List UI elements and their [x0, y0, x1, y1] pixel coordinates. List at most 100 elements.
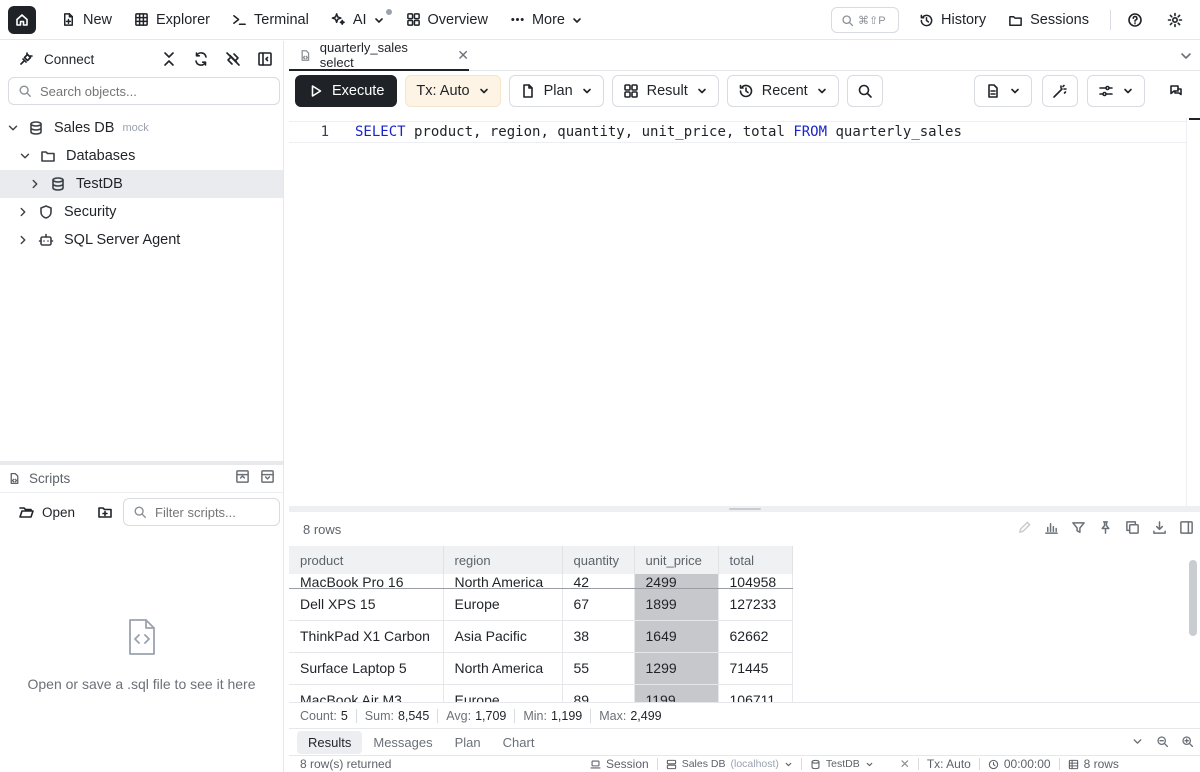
- column-header-product[interactable]: product: [289, 546, 444, 574]
- disconnect-button[interactable]: [221, 47, 245, 71]
- table-cell[interactable]: 71445: [718, 652, 793, 685]
- chat-button[interactable]: [1162, 77, 1190, 105]
- pencil-icon[interactable]: [1017, 520, 1032, 535]
- table-cell[interactable]: MacBook Air M3: [289, 684, 444, 702]
- open-script-button[interactable]: Open: [8, 498, 85, 526]
- table-cell[interactable]: 104958: [718, 574, 793, 589]
- table-cell[interactable]: 55: [562, 652, 635, 685]
- recent-dropdown[interactable]: Recent: [726, 75, 839, 107]
- session-indicator[interactable]: Session: [590, 757, 649, 771]
- nav-overview[interactable]: Overview: [395, 5, 499, 35]
- history-button[interactable]: History: [908, 5, 997, 35]
- table-cell[interactable]: 127233: [718, 588, 793, 621]
- filter-scripts-input[interactable]: [155, 504, 275, 520]
- copy-icon[interactable]: [1125, 520, 1140, 535]
- table-row[interactable]: ThinkPad X1 Carbon Asia Pacific 38 1649 …: [289, 620, 793, 653]
- pin-icon[interactable]: [1098, 520, 1113, 535]
- table-cell[interactable]: ThinkPad X1 Carbon: [289, 620, 444, 653]
- find-button[interactable]: [846, 75, 883, 107]
- chevron-right-icon[interactable]: [16, 205, 30, 219]
- transaction-mode-dropdown[interactable]: Tx: Auto: [405, 75, 501, 107]
- tree-item-testdb[interactable]: TestDB: [0, 170, 283, 198]
- nav-terminal[interactable]: Terminal: [221, 5, 320, 35]
- chevron-right-icon[interactable]: [16, 233, 30, 247]
- scrollbar-thumb[interactable]: [1189, 560, 1197, 636]
- settings-button[interactable]: [1161, 6, 1189, 34]
- table-cell[interactable]: Europe: [443, 588, 563, 621]
- chevron-down-icon[interactable]: [1178, 48, 1194, 64]
- column-header-region[interactable]: region: [443, 546, 563, 574]
- magic-format-button[interactable]: [1042, 75, 1078, 107]
- bar-chart-icon[interactable]: [1044, 520, 1059, 535]
- table-row-partial[interactable]: MacBook Pro 16 North America 42 2499 104…: [289, 574, 793, 589]
- tree-item-sales-db[interactable]: Sales DB mock: [0, 114, 283, 142]
- table-cell[interactable]: 106711: [718, 684, 793, 702]
- table-cell[interactable]: 42: [562, 574, 635, 589]
- chevron-down-icon[interactable]: [18, 149, 32, 163]
- sql-editor[interactable]: 1 SELECT product, region, quantity, unit…: [289, 118, 1200, 506]
- table-row[interactable]: MacBook Air M3 Europe 89 1199 106711: [289, 684, 793, 702]
- download-icon[interactable]: [1152, 520, 1167, 535]
- command-palette-button[interactable]: ⌘⇧P: [831, 7, 899, 33]
- resize-grip[interactable]: [729, 508, 761, 510]
- table-cell-selected[interactable]: 1299: [634, 652, 719, 685]
- nav-explorer[interactable]: Explorer: [123, 5, 221, 35]
- tree-item-databases[interactable]: Databases: [0, 142, 283, 170]
- table-cell[interactable]: 38: [562, 620, 635, 653]
- table-cell[interactable]: North America: [443, 652, 563, 685]
- editor-scrollbar[interactable]: [1186, 118, 1200, 506]
- nav-ai[interactable]: AI: [320, 5, 395, 35]
- tab-chart[interactable]: Chart: [492, 731, 546, 754]
- toggle-sidebar-button[interactable]: [253, 47, 277, 71]
- scrollbar-thumb[interactable]: [1189, 118, 1200, 120]
- plan-dropdown[interactable]: Plan: [508, 75, 604, 107]
- execute-button[interactable]: Execute: [295, 75, 398, 107]
- collapse-all-button[interactable]: [157, 47, 181, 71]
- expand-panel-icon[interactable]: [260, 469, 275, 484]
- help-button[interactable]: [1121, 6, 1149, 34]
- close-connection-icon[interactable]: ✕: [900, 757, 910, 771]
- chevron-down-icon[interactable]: [6, 121, 20, 135]
- results-grid[interactable]: product region quantity unit_price total…: [289, 546, 1187, 702]
- grid-scrollbar[interactable]: [1187, 546, 1200, 702]
- refresh-button[interactable]: [189, 47, 213, 71]
- table-row[interactable]: Dell XPS 15 Europe 67 1899 127233: [289, 588, 793, 621]
- object-search[interactable]: [8, 77, 280, 105]
- column-header-unit-price[interactable]: unit_price: [634, 546, 719, 574]
- filter-scripts[interactable]: [123, 498, 280, 526]
- new-folder-button[interactable]: [91, 498, 119, 526]
- search-objects-input[interactable]: [40, 83, 260, 99]
- split-panel-icon[interactable]: [1179, 520, 1194, 535]
- sessions-button[interactable]: Sessions: [997, 5, 1100, 35]
- table-cell[interactable]: 2499: [634, 574, 719, 589]
- zoom-in-icon[interactable]: [1181, 735, 1194, 748]
- column-header-quantity[interactable]: quantity: [562, 546, 635, 574]
- chevron-right-icon[interactable]: [28, 177, 42, 191]
- table-cell[interactable]: Asia Pacific: [443, 620, 563, 653]
- settings-dropdown[interactable]: [1087, 75, 1145, 107]
- tree-item-security[interactable]: Security: [0, 198, 283, 226]
- chevron-down-icon[interactable]: [1131, 735, 1144, 748]
- table-cell[interactable]: Europe: [443, 684, 563, 702]
- table-cell[interactable]: 62662: [718, 620, 793, 653]
- nav-new[interactable]: New: [50, 5, 123, 35]
- tab-quarterly-sales[interactable]: quarterly_sales select ✕: [289, 40, 469, 71]
- column-header-total[interactable]: total: [718, 546, 793, 574]
- connection-selector[interactable]: Sales DB (localhost): [666, 758, 793, 770]
- tab-messages[interactable]: Messages: [362, 731, 443, 754]
- tree-item-sql-server-agent[interactable]: SQL Server Agent: [0, 226, 283, 254]
- close-tab-icon[interactable]: ✕: [457, 47, 469, 64]
- tab-results[interactable]: Results: [297, 730, 363, 754]
- table-cell[interactable]: Surface Laptop 5: [289, 652, 444, 685]
- table-cell[interactable]: North America: [443, 574, 563, 589]
- nav-more[interactable]: More: [499, 5, 593, 35]
- table-cell[interactable]: 89: [562, 684, 635, 702]
- table-cell-selected[interactable]: 1199: [634, 684, 719, 702]
- format-dropdown[interactable]: [974, 75, 1032, 107]
- tab-plan[interactable]: Plan: [444, 731, 492, 754]
- table-cell-selected[interactable]: 1899: [634, 588, 719, 621]
- collapse-panel-icon[interactable]: [235, 469, 250, 484]
- database-selector[interactable]: TestDB: [810, 758, 874, 770]
- table-cell[interactable]: Dell XPS 15: [289, 588, 444, 621]
- table-cell[interactable]: 67: [562, 588, 635, 621]
